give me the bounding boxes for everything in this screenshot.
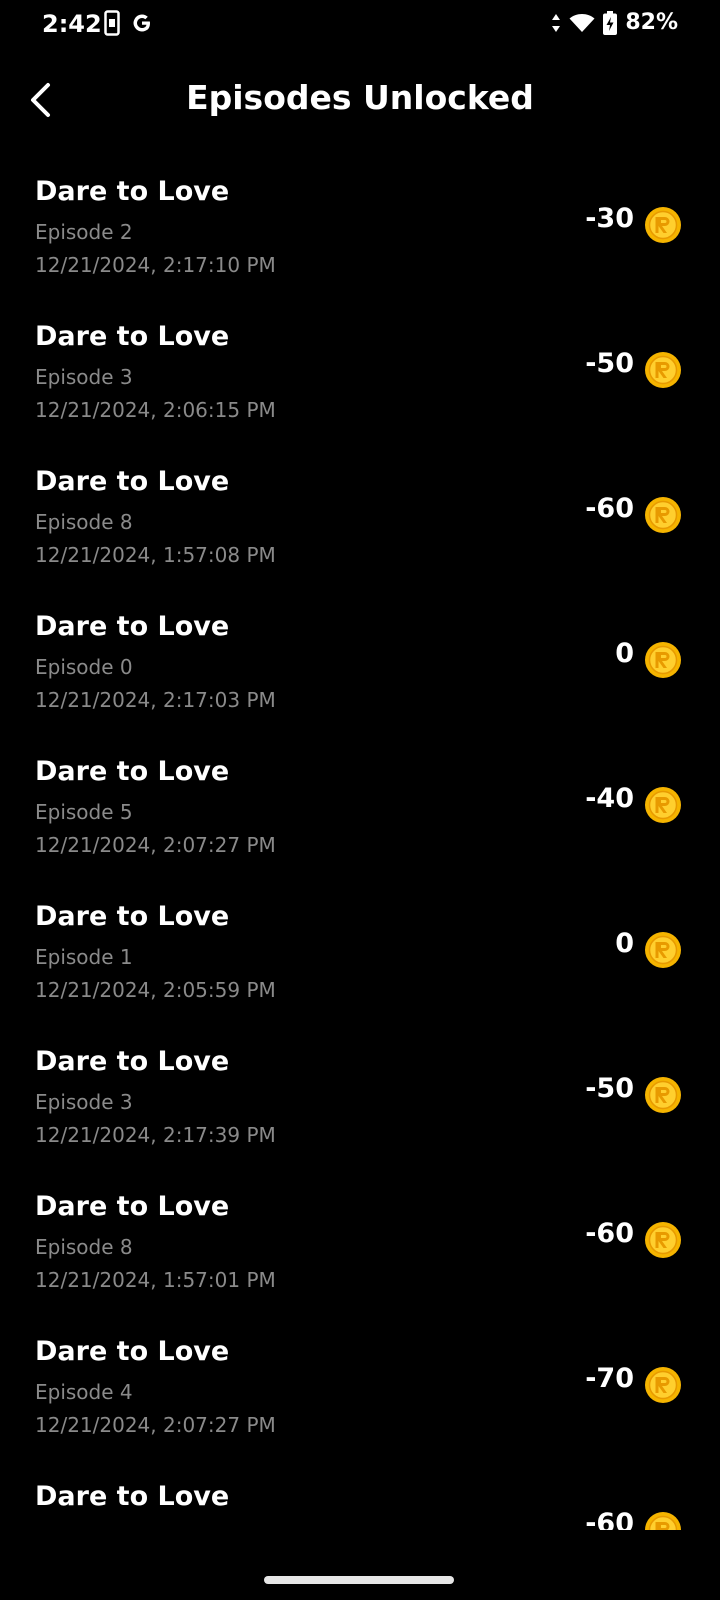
status-right-icons: 82% <box>551 10 678 35</box>
item-amount: -50 <box>585 1073 634 1104</box>
status-time: 2:42 <box>42 10 102 38</box>
list-item[interactable]: Dare to Love Episode 3 12/21/2024, 2:17:39… <box>0 1040 720 1185</box>
gesture-nav-handle[interactable] <box>264 1576 454 1584</box>
item-episode: Episode 8 <box>35 1235 133 1259</box>
status-left-icons <box>104 10 154 36</box>
item-title: Dare to Love <box>35 611 230 642</box>
episodes-list[interactable]: Dare to Love Episode 2 12/21/2024, 2:17:10… <box>0 170 720 1530</box>
item-episode: Episode 3 <box>35 1090 133 1114</box>
coin-icon <box>644 1511 682 1530</box>
coin-icon <box>644 931 682 969</box>
item-amount: -60 <box>585 1508 634 1530</box>
item-title: Dare to Love <box>35 756 230 787</box>
list-item[interactable]: Dare to Love Episode 5 12/21/2024, 2:07:27… <box>0 750 720 895</box>
item-title: Dare to Love <box>35 176 230 207</box>
item-date: 12/21/2024, 2:07:27 PM <box>35 833 276 857</box>
coin-icon <box>644 1366 682 1404</box>
item-episode: Episode 1 <box>35 945 133 969</box>
google-icon <box>133 14 150 32</box>
list-item[interactable]: Dare to Love Episode 0 12/21/2024, 2:17:03… <box>0 605 720 750</box>
list-item[interactable]: Dare to Love Episode 3 12/21/2024, 2:06:15… <box>0 315 720 460</box>
item-episode: Episode 4 <box>35 1380 133 1404</box>
phone-icon <box>104 10 120 36</box>
item-date: 12/21/2024, 2:17:03 PM <box>35 688 276 712</box>
item-episode: Episode 3 <box>35 365 133 389</box>
coin-icon <box>644 206 682 244</box>
item-episode: Episode 8 <box>35 510 133 534</box>
item-amount: 0 <box>615 638 634 669</box>
item-amount: -60 <box>585 493 634 524</box>
list-item[interactable]: Dare to Love Episode 2 12/21/2024, 2:17:10… <box>0 170 720 315</box>
list-item[interactable]: Dare to Love Episode 4 12/21/2024, 2:07:27… <box>0 1330 720 1475</box>
data-arrows-icon <box>552 13 561 32</box>
item-title: Dare to Love <box>35 1191 230 1222</box>
item-episode: Episode 2 <box>35 220 133 244</box>
battery-charging-icon <box>603 10 618 35</box>
item-date: 12/21/2024, 2:06:15 PM <box>35 398 276 422</box>
coin-icon <box>644 351 682 389</box>
coin-icon <box>644 1221 682 1259</box>
item-title: Dare to Love <box>35 901 230 932</box>
item-episode: Episode 5 <box>35 800 133 824</box>
item-date: 12/21/2024, 2:17:39 PM <box>35 1123 276 1147</box>
status-bar: 2:42 82% <box>0 0 720 50</box>
item-title: Dare to Love <box>35 1481 230 1512</box>
coin-icon <box>644 1076 682 1114</box>
item-title: Dare to Love <box>35 1336 230 1367</box>
item-amount: -30 <box>585 203 634 234</box>
item-date: 12/21/2024, 1:57:01 PM <box>35 1268 276 1292</box>
item-amount: -70 <box>585 1363 634 1394</box>
item-title: Dare to Love <box>35 1046 230 1077</box>
item-amount: -40 <box>585 783 634 814</box>
battery-percentage: 82% <box>625 10 678 35</box>
item-date: 12/21/2024, 2:07:27 PM <box>35 1413 276 1437</box>
item-date: 12/21/2024, 1:57:08 PM <box>35 543 276 567</box>
wifi-icon <box>569 13 595 32</box>
list-item[interactable]: Dare to Love Episode 1 12/21/2024, 2:05:59… <box>0 895 720 1040</box>
item-amount: -60 <box>585 1218 634 1249</box>
coin-icon <box>644 786 682 824</box>
item-amount: -50 <box>585 348 634 379</box>
item-title: Dare to Love <box>35 321 230 352</box>
coin-icon <box>644 496 682 534</box>
header: Episodes Unlocked <box>0 60 720 140</box>
item-amount: 0 <box>615 928 634 959</box>
page-title: Episodes Unlocked <box>186 78 534 117</box>
item-date: 12/21/2024, 2:17:10 PM <box>35 253 276 277</box>
list-item[interactable]: Dare to Love Episode 8 12/21/2024, 1:57:01… <box>0 1185 720 1330</box>
list-item[interactable]: Dare to Love Episode 8 12/21/2024, 1:57:08… <box>0 460 720 605</box>
coin-icon <box>644 641 682 679</box>
item-title: Dare to Love <box>35 466 230 497</box>
item-date: 12/21/2024, 2:05:59 PM <box>35 978 276 1002</box>
item-episode: Episode 0 <box>35 655 133 679</box>
list-item[interactable]: Dare to Love -60 <box>0 1475 720 1530</box>
